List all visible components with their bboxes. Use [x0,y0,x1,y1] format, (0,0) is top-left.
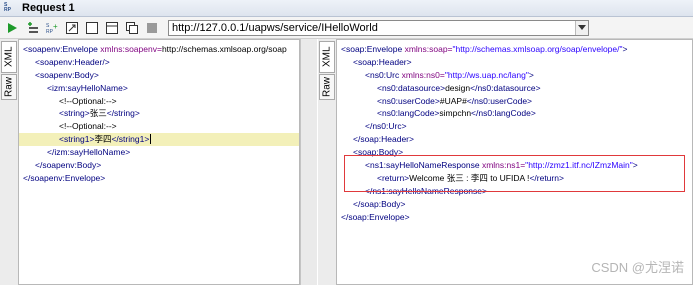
chevron-down-icon[interactable] [575,20,588,35]
svg-text:+: + [53,22,58,31]
add-assertion-icon[interactable] [24,20,40,36]
response-line[interactable]: <soap:Envelope xmlns:soap="http://schema… [337,43,692,56]
request-line[interactable]: <!--Optional:--> [19,120,299,133]
request-line[interactable]: </izm:sayHelloName> [19,146,299,159]
response-highlight-box [344,155,685,192]
response-side-tabs: XML Raw [318,39,336,285]
request-editor[interactable]: <soapenv:Envelope xmlns:soapenv=http://s… [18,39,300,285]
response-xml[interactable]: <soap:Envelope xmlns:soap="http://schema… [337,40,692,223]
response-line[interactable]: </soap:Header> [337,133,692,146]
run-icon[interactable] [4,20,20,36]
copy-icon[interactable] [124,20,140,36]
response-line[interactable]: <ns0:Urc xmlns:ns0="http://ws.uap.nc/lan… [337,69,692,82]
request-tab-xml[interactable]: XML [1,41,17,73]
stop-icon[interactable] [144,20,160,36]
response-tab-xml[interactable]: XML [319,41,335,73]
split-divider[interactable] [300,39,317,285]
title-bar: S RP Request 1 [0,0,693,17]
toolbar: S RP + http://127.0.0.1/uapws/service/IHel… [0,17,693,39]
request-tab-raw[interactable]: Raw [1,74,17,100]
response-line[interactable]: </soap:Body> [337,198,692,211]
endpoint-url: http://127.0.0.1/uapws/service/IHelloWor… [172,21,378,34]
endpoint-url-select[interactable]: http://127.0.0.1/uapws/service/IHelloWor… [168,19,589,36]
split-icon[interactable] [84,20,100,36]
response-line[interactable]: <ns0:langCode>simpchn</ns0:langCode> [337,107,692,120]
resize-icon[interactable] [64,20,80,36]
response-line[interactable]: </soap:Envelope> [337,211,692,224]
request-line[interactable]: <!--Optional:--> [19,95,299,108]
request-line[interactable]: <soapenv:Header/> [19,56,299,69]
text-cursor [150,134,152,145]
request-line[interactable]: </soapenv:Body> [19,159,299,172]
request-side-tabs: XML Raw [0,39,18,285]
request-line[interactable]: </soapenv:Envelope> [19,172,299,185]
window-title: Request 1 [22,2,75,14]
response-line[interactable]: </ns0:Urc> [337,120,692,133]
response-line[interactable]: <soap:Header> [337,56,692,69]
response-line[interactable]: <ns0:datasource>design</ns0:datasource> [337,82,692,95]
request-line[interactable]: <string1>李四</string1> [19,133,299,147]
request-line[interactable]: <soapenv:Body> [19,69,299,82]
watermark: CSDN @尤涅诺 [591,260,684,275]
request-line[interactable]: <izm:sayHelloName> [19,82,299,95]
tab-layout-icon[interactable] [104,20,120,36]
request-xml[interactable]: <soapenv:Envelope xmlns:soapenv=http://s… [19,40,299,185]
request-line[interactable]: <soapenv:Envelope xmlns:soapenv=http://s… [19,43,299,56]
request-line[interactable]: <string>张三</string> [19,107,299,120]
response-line[interactable]: <ns0:userCode>#UAP#</ns0:userCode> [337,95,692,108]
response-tab-raw[interactable]: Raw [319,74,335,100]
soap-request-icon: S RP [4,2,11,13]
add-wss-icon[interactable]: S RP + [44,20,60,36]
